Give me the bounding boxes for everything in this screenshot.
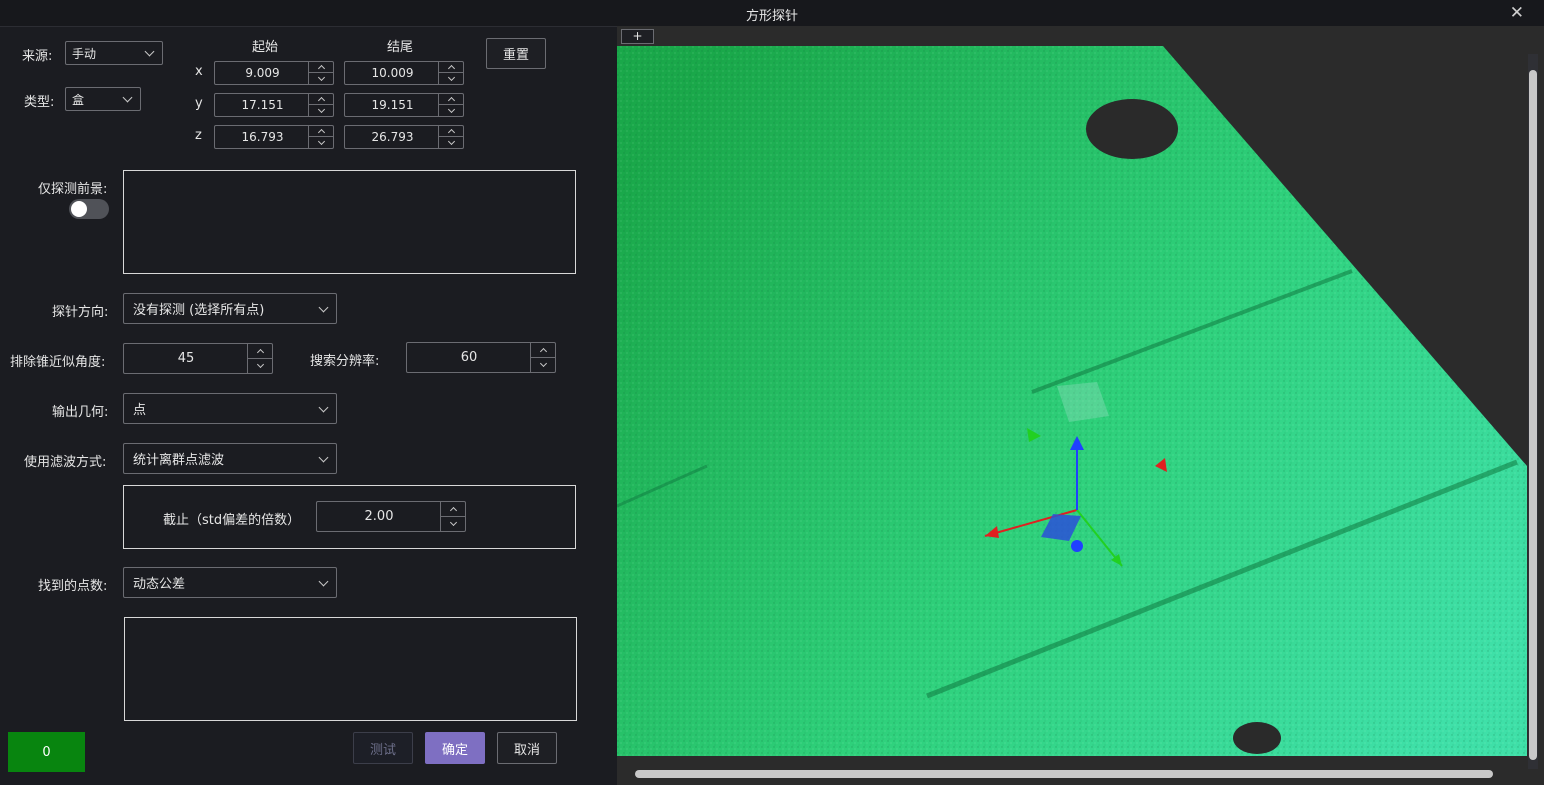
source-select[interactable]: 手动	[65, 41, 163, 65]
x-end-spinbox[interactable]: 10.009	[344, 61, 464, 85]
spin-up-icon[interactable]	[439, 94, 463, 105]
spin-down-icon[interactable]	[441, 517, 465, 532]
surface-hole-top	[1086, 99, 1178, 159]
spin-down-icon[interactable]	[439, 105, 463, 116]
found-points-select[interactable]: 动态公差	[123, 567, 337, 598]
axis-label-z: z	[195, 128, 202, 143]
spin-up-icon[interactable]	[439, 62, 463, 73]
probe-direction-label: 探针方向:	[52, 305, 109, 320]
gizmo-rotate-handle-blue	[1071, 540, 1083, 552]
end-header: 结尾	[387, 40, 414, 55]
axis-label-y: y	[195, 96, 203, 111]
filter-options-group: 截止（std偏差的倍数） 2.00	[123, 485, 576, 549]
exclude-cone-label: 排除锥近似角度:	[10, 355, 106, 370]
spin-down-icon[interactable]	[248, 359, 272, 374]
spin-up-icon[interactable]	[309, 126, 333, 137]
type-select-value: 盒	[72, 92, 85, 107]
foreground-list-box[interactable]	[123, 170, 576, 274]
foreground-only-toggle[interactable]	[69, 199, 109, 219]
axis-label-x: x	[195, 64, 203, 79]
z-end-value: 26.793	[371, 130, 414, 144]
source-select-value: 手动	[72, 46, 97, 61]
spin-up-icon[interactable]	[309, 62, 333, 73]
exclude-cone-spinbox[interactable]: 45	[123, 343, 273, 374]
toggle-knob	[71, 201, 87, 217]
spin-up-icon[interactable]	[441, 502, 465, 517]
start-header: 起始	[252, 40, 279, 55]
cancel-button[interactable]: 取消	[497, 732, 557, 764]
chevron-down-icon	[122, 92, 133, 103]
y-end-value: 19.151	[371, 98, 414, 112]
point-count-badge: 0	[8, 732, 85, 772]
point-cloud-canvas[interactable]	[617, 26, 1544, 785]
foreground-only-label: 仅探测前景:	[38, 182, 108, 197]
cutoff-value: 2.00	[364, 509, 394, 524]
probe-direction-select[interactable]: 没有探测 (选择所有点)	[123, 293, 337, 324]
chevron-down-icon	[144, 46, 155, 57]
spin-up-icon[interactable]	[248, 344, 272, 359]
exclude-cone-value: 45	[177, 351, 195, 366]
chevron-down-icon	[318, 302, 329, 312]
x-start-spinbox[interactable]: 9.009	[214, 61, 334, 85]
chevron-down-icon	[318, 402, 329, 412]
spin-up-icon[interactable]	[531, 343, 555, 358]
title-bar: 方形探针 ✕	[0, 0, 1544, 27]
test-button[interactable]: 测试	[353, 732, 413, 764]
close-icon[interactable]: ✕	[1510, 3, 1524, 23]
horizontal-scrollbar[interactable]	[621, 769, 1517, 779]
x-start-value: 9.009	[245, 66, 280, 80]
cutoff-spinbox[interactable]: 2.00	[316, 501, 466, 532]
spin-down-icon[interactable]	[439, 137, 463, 148]
horizontal-scrollbar-thumb[interactable]	[635, 770, 1493, 778]
spin-up-icon[interactable]	[439, 126, 463, 137]
z-start-value: 16.793	[241, 130, 284, 144]
ok-button[interactable]: 确定	[425, 732, 485, 764]
vertical-scrollbar[interactable]	[1528, 54, 1538, 769]
found-points-value: 动态公差	[133, 577, 186, 592]
output-geometry-label: 输出几何:	[52, 405, 109, 420]
results-box[interactable]	[124, 617, 577, 721]
window-title: 方形探针	[745, 9, 798, 24]
cutoff-label: 截止（std偏差的倍数）	[163, 513, 301, 528]
spin-down-icon[interactable]	[309, 105, 333, 116]
x-end-value: 10.009	[371, 66, 414, 80]
z-start-spinbox[interactable]: 16.793	[214, 125, 334, 149]
filter-value: 统计离群点滤波	[133, 453, 225, 468]
filter-select[interactable]: 统计离群点滤波	[123, 443, 337, 474]
filter-label: 使用滤波方式:	[24, 455, 107, 470]
search-resolution-value: 60	[460, 350, 478, 365]
add-view-tab-button[interactable]: +	[621, 29, 654, 44]
y-end-spinbox[interactable]: 19.151	[344, 93, 464, 117]
y-start-spinbox[interactable]: 17.151	[214, 93, 334, 117]
found-points-label: 找到的点数:	[38, 579, 108, 594]
vertical-scrollbar-thumb[interactable]	[1529, 70, 1537, 760]
spin-down-icon[interactable]	[309, 73, 333, 84]
search-resolution-spinbox[interactable]: 60	[406, 342, 556, 373]
spin-down-icon[interactable]	[309, 137, 333, 148]
surface-hole-bottom	[1233, 722, 1281, 754]
type-select[interactable]: 盒	[65, 87, 141, 111]
chevron-down-icon	[318, 452, 329, 462]
type-label: 类型:	[24, 95, 55, 110]
z-end-spinbox[interactable]: 26.793	[344, 125, 464, 149]
probe-direction-value: 没有探测 (选择所有点)	[133, 303, 265, 318]
point-cloud-viewer[interactable]: +	[617, 26, 1544, 785]
source-label: 来源:	[22, 49, 53, 64]
output-geometry-select[interactable]: 点	[123, 393, 337, 424]
output-geometry-value: 点	[133, 403, 147, 418]
spin-down-icon[interactable]	[531, 358, 555, 373]
reset-button[interactable]: 重置	[486, 38, 546, 69]
spin-down-icon[interactable]	[439, 73, 463, 84]
spin-up-icon[interactable]	[309, 94, 333, 105]
search-resolution-label: 搜索分辨率:	[310, 354, 380, 369]
chevron-down-icon	[318, 576, 329, 586]
y-start-value: 17.151	[241, 98, 284, 112]
